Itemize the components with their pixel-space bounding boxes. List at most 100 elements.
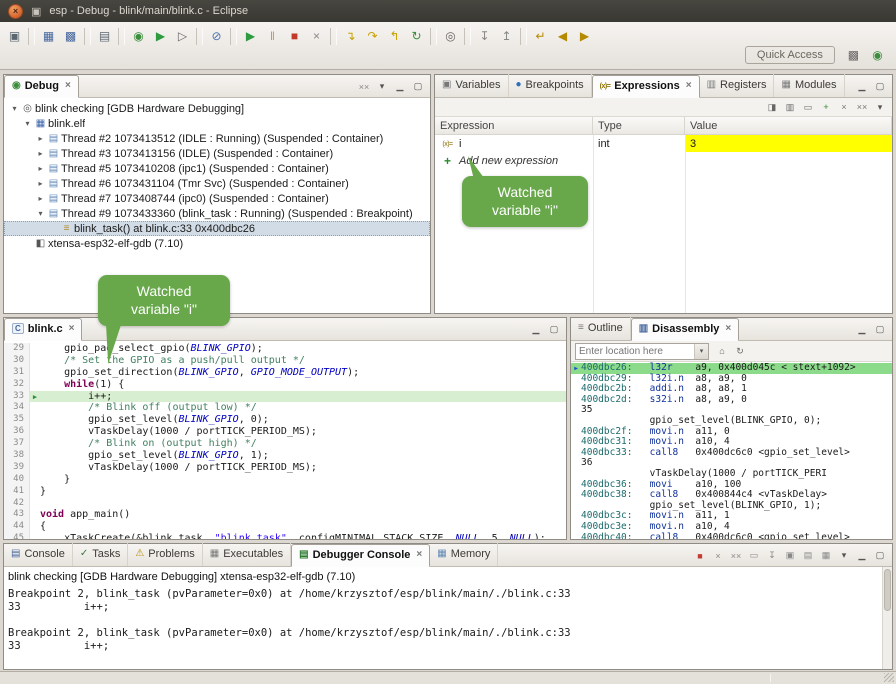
new-wizard-icon[interactable]: ▣ [4,26,25,46]
debug-tree-row[interactable]: ▸ Thread #3 1073413156 (IDLE) (Suspended… [4,146,430,161]
tab-debugger-console[interactable]: Debugger Console [291,544,430,567]
tab-outline[interactable]: Outline [571,317,631,340]
remove-icon[interactable]: × [836,100,852,115]
debug-tree-row[interactable]: xtensa-esp32-elf-gdb (7.10) [4,236,430,251]
minimize-icon[interactable]: ▁ [528,322,544,337]
print-icon[interactable]: ▤ [94,26,115,46]
code-line[interactable]: 40 } [4,474,566,486]
resize-grip[interactable] [884,673,894,682]
debug-tree-row[interactable]: ▾ blink checking [GDB Hardware Debugging… [4,101,430,116]
code-line[interactable]: 44 { [4,521,566,533]
disassembly-line[interactable]: 400dbc2d: s32i.n a8, a9, 0 [571,395,892,406]
chevron-down-icon[interactable] [694,344,708,359]
code-line[interactable]: 35 gpio_set_level(BLINK_GPIO, 0); [4,414,566,426]
window-close-button[interactable]: × [8,4,23,19]
expand-arrow-icon[interactable]: ▾ [22,119,33,128]
refresh-icon[interactable]: ↻ [732,344,748,359]
skip-all-breakpoints-icon[interactable]: ⊘ [206,26,227,46]
external-tools-icon[interactable]: ▷ [172,26,193,46]
scrollbar[interactable] [882,567,892,669]
column-header-type[interactable]: Type [593,117,685,134]
open-perspective-icon[interactable]: ▩ [843,45,864,65]
tab-console[interactable]: Console [4,543,73,566]
tab-tasks[interactable]: Tasks [73,543,129,566]
console-output[interactable]: blink checking [GDB Hardware Debugging] … [4,567,892,669]
restart-icon[interactable]: ↻ [406,26,427,46]
disassembly-listing[interactable]: 400dbc26: l32r a9, 0x400d045c < stext+10… [571,362,892,539]
clear-console-icon[interactable]: ▭ [746,548,762,563]
step-return-icon[interactable]: ↰ [384,26,405,46]
debug-tree-row[interactable]: ▸ Thread #2 1073413512 (IDLE : Running) … [4,131,430,146]
tab-modules[interactable]: Modules [774,74,844,97]
minimize-icon[interactable]: ▁ [854,548,870,563]
tab-registers[interactable]: Registers [700,74,775,97]
maximize-icon[interactable]: ▢ [546,322,562,337]
forward-icon[interactable]: ▶ [574,26,595,46]
debug-tree-row[interactable]: ▸ Thread #6 1073431104 (Tmr Svc) (Suspen… [4,176,430,191]
next-annotation-icon[interactable]: ↧ [474,26,495,46]
remove-all-terminated-icon[interactable]: ×× [356,79,372,94]
code-line[interactable]: 30 /* Set the GPIO as a push/pull output… [4,355,566,367]
add-expression-icon[interactable]: + [818,100,834,115]
tab-variables[interactable]: Variables [435,74,509,97]
expand-arrow-icon[interactable]: ▾ [9,104,20,113]
open-console-icon[interactable]: ▦ [818,548,834,563]
collapse-all-icon[interactable]: ▭ [800,100,816,115]
last-edit-location-icon[interactable]: ↵ [530,26,551,46]
minimize-icon[interactable]: ▁ [854,79,870,94]
tab-executables[interactable]: Executables [203,543,291,566]
code-line[interactable]: 43 void app_main() [4,509,566,521]
code-line[interactable]: 42 [4,498,566,510]
debug-tree-row[interactable]: ▸ Thread #7 1073408744 (ipc0) (Suspended… [4,191,430,206]
save-all-icon[interactable]: ▩ [60,26,81,46]
suspend-icon[interactable]: ‖ [262,26,283,46]
tab-debug[interactable]: Debug [4,75,79,98]
minimize-icon[interactable]: ▁ [854,322,870,337]
show-type-names-icon[interactable]: ◨ [764,100,780,115]
terminate-icon[interactable]: ■ [284,26,305,46]
expression-row[interactable]: i int 3 [435,135,892,152]
show-logical-structure-icon[interactable]: ▥ [782,100,798,115]
tab-disassembly[interactable]: Disassembly [631,318,740,341]
maximize-icon[interactable]: ▢ [872,322,888,337]
expand-arrow-icon[interactable]: ▸ [35,164,46,173]
code-line[interactable]: 32 while(1) { [4,379,566,391]
debug-icon[interactable]: ◉ [128,26,149,46]
pin-console-icon[interactable]: ▣ [782,548,798,563]
quick-access-button[interactable]: Quick Access [745,46,835,64]
back-icon[interactable]: ◀ [552,26,573,46]
expand-arrow-icon[interactable]: ▸ [35,134,46,143]
code-line[interactable]: 29 gpio_pad_select_gpio(BLINK_GPIO); [4,343,566,355]
close-icon[interactable] [686,81,692,91]
remove-all-icon[interactable]: ×× [854,100,870,115]
close-icon[interactable] [725,324,731,334]
maximize-icon[interactable]: ▢ [410,79,426,94]
resume-icon[interactable]: ▶ [240,26,261,46]
expand-arrow-icon[interactable]: ▸ [35,179,46,188]
view-menu-icon[interactable]: ▾ [872,100,888,115]
step-over-icon[interactable]: ↷ [362,26,383,46]
close-icon[interactable] [416,550,422,560]
remove-launch-icon[interactable]: × [710,548,726,563]
expand-arrow-icon[interactable]: ▾ [35,209,46,218]
debug-perspective-icon[interactable]: ◉ [867,45,888,65]
display-console-icon[interactable]: ▤ [800,548,816,563]
debug-tree-row[interactable]: ▾ Thread #9 1073433360 (blink_task : Run… [4,206,430,221]
location-combo[interactable] [575,343,709,360]
code-line[interactable]: 31 gpio_set_direction(BLINK_GPIO, GPIO_M… [4,367,566,379]
code-line[interactable]: 39 vTaskDelay(1000 / portTICK_PERIOD_MS)… [4,462,566,474]
code-line[interactable]: 33 i++; [4,391,566,403]
tab-problems[interactable]: Problems [128,543,202,566]
disassembly-line[interactable]: 400dbc33: call8 0x400dc6c0 <gpio_set_lev… [571,448,892,459]
search-icon[interactable]: ◎ [440,26,461,46]
code-line[interactable]: 45 xTaskCreate(&blink_task, "blink_task"… [4,533,566,539]
column-header-value[interactable]: Value [685,117,892,134]
maximize-icon[interactable]: ▢ [872,79,888,94]
scrollbar-thumb[interactable] [884,569,891,611]
view-menu-icon[interactable]: ▾ [374,79,390,94]
run-icon[interactable]: ▶ [150,26,171,46]
location-input[interactable] [576,344,694,358]
tab-memory[interactable]: Memory [430,543,498,566]
code-line[interactable]: 34 /* Blink off (output low) */ [4,402,566,414]
code-line[interactable]: 38 gpio_set_level(BLINK_GPIO, 1); [4,450,566,462]
